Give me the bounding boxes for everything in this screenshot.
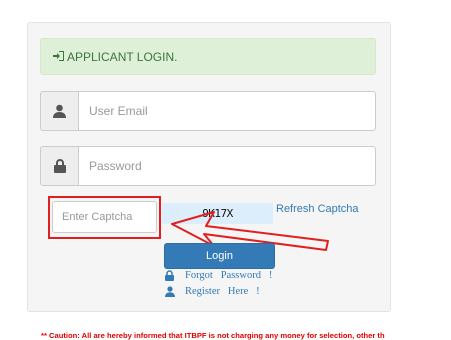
register-row: Register Here ! xyxy=(165,286,260,297)
user-icon xyxy=(165,286,176,297)
captcha-image: 9K17X xyxy=(162,203,273,224)
register-link[interactable]: Register Here ! xyxy=(185,286,260,297)
refresh-captcha-link[interactable]: Refresh Captcha xyxy=(276,203,359,215)
user-icon xyxy=(40,91,78,131)
captcha-text: 9K17X xyxy=(202,207,233,220)
password-input-group xyxy=(40,146,376,186)
lock-icon xyxy=(40,146,78,186)
password-input[interactable] xyxy=(78,146,376,186)
login-heading-alert: APPLICANT LOGIN. xyxy=(40,38,376,75)
email-input-group xyxy=(40,91,376,131)
caution-notice: ** Caution: All are hereby informed that… xyxy=(41,331,385,340)
forgot-password-row: Forgot Password ! xyxy=(165,270,272,281)
email-input[interactable] xyxy=(78,91,376,131)
captcha-input[interactable] xyxy=(52,201,157,233)
forgot-password-link[interactable]: Forgot Password ! xyxy=(185,270,272,281)
login-button[interactable]: Login xyxy=(164,243,275,269)
login-heading: APPLICANT LOGIN. xyxy=(67,49,178,64)
sign-in-icon xyxy=(53,50,64,64)
lock-icon xyxy=(165,270,176,281)
